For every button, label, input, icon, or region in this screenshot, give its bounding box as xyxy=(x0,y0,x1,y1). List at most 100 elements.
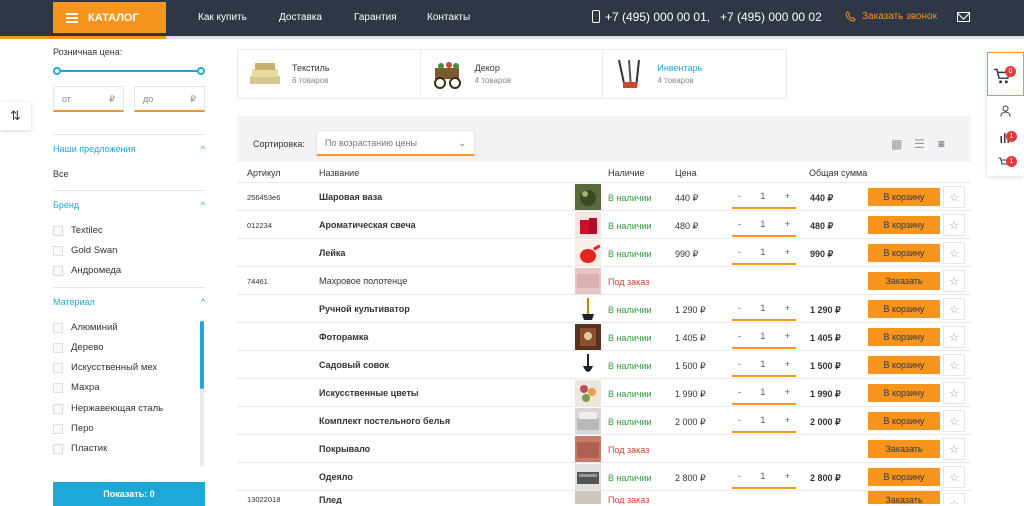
quantity-value[interactable]: 1 xyxy=(760,387,765,397)
plus-button[interactable]: + xyxy=(785,415,790,425)
material-checkbox-row[interactable]: Махра xyxy=(53,382,100,393)
favorite-star-icon[interactable]: ☆ xyxy=(943,466,965,488)
row-name[interactable]: Покрывало xyxy=(319,444,370,454)
favorite-star-icon[interactable]: ☆ xyxy=(943,493,965,504)
quantity-stepper[interactable]: - 1 + xyxy=(732,325,796,349)
price-from-input[interactable]: от ₽ xyxy=(53,86,124,112)
quantity-value[interactable]: 1 xyxy=(760,359,765,369)
minus-button[interactable]: - xyxy=(738,331,741,341)
minus-button[interactable]: - xyxy=(738,247,741,257)
mail-icon[interactable] xyxy=(957,12,970,22)
plus-button[interactable]: + xyxy=(785,471,790,481)
row-name[interactable]: Ручной культиватор xyxy=(319,304,410,314)
category-card-decor[interactable]: Декор 4 товаров xyxy=(421,50,604,98)
add-to-cart-button[interactable]: В корзину xyxy=(868,328,940,346)
favorite-star-icon[interactable]: ☆ xyxy=(943,214,965,236)
checkbox[interactable] xyxy=(53,225,63,236)
quantity-stepper[interactable]: - 1 + xyxy=(732,297,796,321)
phone-1[interactable]: +7 (495) 000 00 01, xyxy=(605,10,710,24)
material-scrollbar[interactable] xyxy=(200,321,204,467)
product-thumbnail[interactable] xyxy=(575,380,601,406)
material-checkbox-row[interactable]: Алюминий xyxy=(53,322,118,333)
order-button[interactable]: Заказать xyxy=(868,272,940,290)
quantity-stepper[interactable]: - 1 + xyxy=(732,353,796,377)
brand-section-header[interactable]: Бренд ^ xyxy=(53,200,205,210)
user-icon[interactable] xyxy=(1000,105,1011,117)
row-name[interactable]: Махровое полотенце xyxy=(319,276,407,286)
minus-button[interactable]: - xyxy=(738,359,741,369)
brand-checkbox-row[interactable]: Gold Swan xyxy=(53,245,117,256)
favorite-star-icon[interactable]: ☆ xyxy=(943,410,965,432)
order-button[interactable]: Заказать xyxy=(868,440,940,458)
row-name[interactable]: Комплект постельного белья xyxy=(319,416,450,426)
cart-button[interactable]: 0 xyxy=(987,52,1024,96)
price-slider-max-handle[interactable] xyxy=(197,67,205,75)
offers-option-all[interactable]: Все xyxy=(53,169,69,179)
quantity-value[interactable]: 1 xyxy=(760,415,765,425)
offers-section-header[interactable]: Наши предложения ^ xyxy=(53,144,205,154)
checkbox[interactable] xyxy=(53,362,63,373)
minus-button[interactable]: - xyxy=(738,219,741,229)
product-thumbnail[interactable] xyxy=(575,408,601,434)
checkbox[interactable] xyxy=(53,443,63,454)
material-checkbox-row[interactable]: Нержавеющая сталь xyxy=(53,403,163,414)
favorite-star-icon[interactable]: ☆ xyxy=(943,186,965,208)
row-name[interactable]: Плед xyxy=(319,495,342,504)
add-to-cart-button[interactable]: В корзину xyxy=(868,216,940,234)
quantity-value[interactable]: 1 xyxy=(760,471,765,481)
category-card-tools[interactable]: Инвентарь 4 товаров xyxy=(603,50,786,98)
favorite-star-icon[interactable]: ☆ xyxy=(943,382,965,404)
price-slider-min-handle[interactable] xyxy=(53,67,61,75)
product-thumbnail[interactable] xyxy=(575,212,601,238)
checkbox[interactable] xyxy=(53,423,63,434)
quantity-stepper[interactable]: - 1 + xyxy=(732,241,796,265)
add-to-cart-button[interactable]: В корзину xyxy=(868,244,940,262)
add-to-cart-button[interactable]: В корзину xyxy=(868,412,940,430)
row-name[interactable]: Лейка xyxy=(319,248,345,258)
plus-button[interactable]: + xyxy=(785,219,790,229)
plus-button[interactable]: + xyxy=(785,331,790,341)
favorite-star-icon[interactable]: ☆ xyxy=(943,438,965,460)
add-to-cart-button[interactable]: В корзину xyxy=(868,468,940,486)
show-results-button[interactable]: Показать: 0 xyxy=(53,482,205,506)
minus-button[interactable]: - xyxy=(738,303,741,313)
quantity-stepper[interactable]: - 1 + xyxy=(732,409,796,433)
material-section-header[interactable]: Материал ^ xyxy=(53,297,205,307)
row-name[interactable]: Садовый совок xyxy=(319,360,389,370)
product-thumbnail[interactable] xyxy=(575,464,601,490)
quantity-value[interactable]: 1 xyxy=(760,219,765,229)
checkbox[interactable] xyxy=(53,322,63,333)
checkbox[interactable] xyxy=(53,403,63,414)
material-checkbox-row[interactable]: Искусственный мех xyxy=(53,362,157,373)
favorite-star-icon[interactable]: ☆ xyxy=(943,354,965,376)
product-thumbnail[interactable] xyxy=(575,240,601,266)
favorite-star-icon[interactable]: ☆ xyxy=(943,298,965,320)
favorite-star-icon[interactable]: ☆ xyxy=(943,242,965,264)
favorite-star-icon[interactable]: ☆ xyxy=(943,270,965,292)
grid-view-icon[interactable]: ▦ xyxy=(891,137,902,151)
plus-button[interactable]: + xyxy=(785,359,790,369)
nav-delivery[interactable]: Доставка xyxy=(279,12,322,23)
minus-button[interactable]: - xyxy=(738,387,741,397)
product-thumbnail[interactable] xyxy=(575,324,601,350)
catalog-button[interactable]: КАТАЛОГ xyxy=(53,2,166,33)
quantity-stepper[interactable]: - 1 + xyxy=(732,185,796,209)
checkbox[interactable] xyxy=(53,265,63,276)
list-view-icon[interactable]: ☰ xyxy=(914,137,925,151)
quantity-value[interactable]: 1 xyxy=(760,331,765,341)
order-button[interactable]: Заказать xyxy=(868,491,940,504)
product-thumbnail[interactable] xyxy=(575,436,601,462)
material-checkbox-row[interactable]: Пластик xyxy=(53,443,107,454)
nav-contacts[interactable]: Контакты xyxy=(427,12,470,23)
product-thumbnail[interactable] xyxy=(575,352,601,378)
material-checkbox-row[interactable]: Перо xyxy=(53,423,94,434)
brand-checkbox-row[interactable]: Андромеда xyxy=(53,265,121,276)
add-to-cart-button[interactable]: В корзину xyxy=(868,356,940,374)
sort-select[interactable]: По возрастанию цены ⌄ xyxy=(316,130,475,156)
quantity-stepper[interactable]: - 1 + xyxy=(732,381,796,405)
row-name[interactable]: Шаровая ваза xyxy=(319,192,382,202)
price-to-input[interactable]: до ₽ xyxy=(134,86,205,112)
row-name[interactable]: Ароматическая свеча xyxy=(319,220,416,230)
price-slider-track[interactable] xyxy=(57,70,201,72)
nav-how-to-buy[interactable]: Как купить xyxy=(198,12,247,23)
